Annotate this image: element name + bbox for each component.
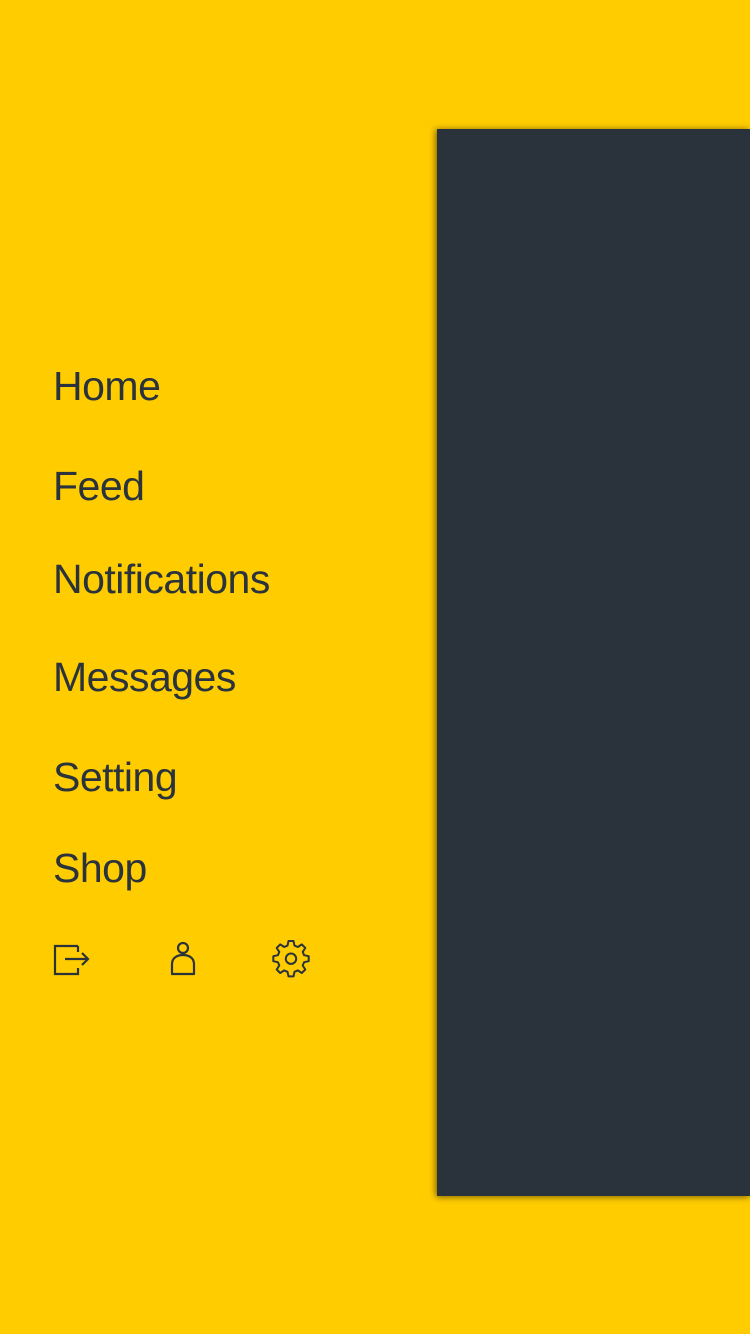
logout-icon (53, 944, 90, 976)
logout-button[interactable] (52, 938, 92, 978)
menu-item-home[interactable]: Home (53, 362, 161, 410)
user-icon (170, 941, 196, 976)
settings-button[interactable] (271, 938, 311, 978)
main-content-panel[interactable] (437, 129, 750, 1196)
menu-item-feed[interactable]: Feed (53, 462, 145, 510)
profile-button[interactable] (163, 938, 203, 978)
menu-item-messages[interactable]: Messages (53, 653, 236, 701)
gear-icon (272, 940, 310, 978)
menu-item-shop[interactable]: Shop (53, 844, 147, 892)
menu-item-setting[interactable]: Setting (53, 753, 178, 801)
side-drawer: Home Feed Notifications Messages Setting… (0, 0, 437, 1334)
menu-item-notifications[interactable]: Notifications (53, 555, 270, 603)
